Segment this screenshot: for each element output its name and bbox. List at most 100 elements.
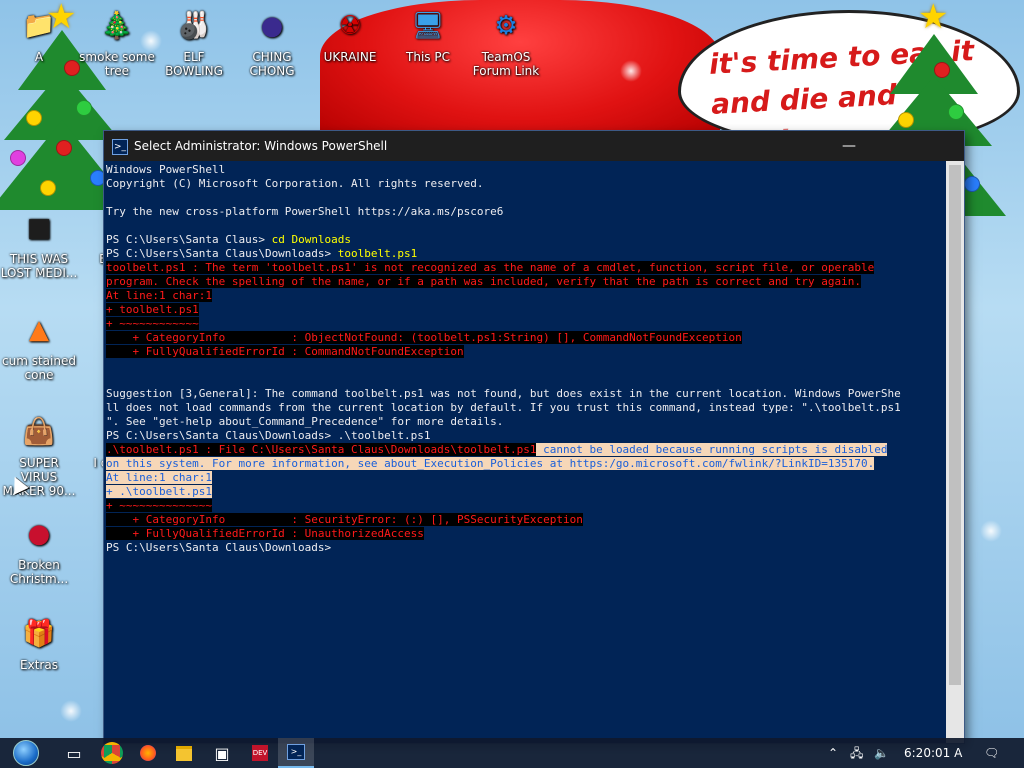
file-explorer-icon[interactable]: [166, 738, 202, 768]
desktop-icon-label: TeamOS Forum Link: [472, 50, 540, 78]
console-selected-text: cannot be loaded because running scripts…: [536, 443, 888, 456]
desktop-icon-label: cum stained cone: [2, 354, 76, 382]
console-line: on this system. For more information, se…: [106, 457, 946, 471]
console-text: Try the new cross-platform PowerShell ht…: [106, 205, 504, 218]
volume-icon[interactable]: 🔈: [874, 738, 889, 768]
clock[interactable]: 6:20:01 A: [904, 738, 962, 768]
console-line: + CategoryInfo : ObjectNotFound: (toolbe…: [106, 331, 946, 345]
desktop-icon[interactable]: 🎄 smoke some tree: [78, 4, 156, 78]
scrollbar-thumb[interactable]: [949, 165, 961, 685]
desktop-icon-label: A: [34, 50, 44, 64]
console-error-text: + ~~~~~~~~~~~~: [106, 317, 199, 330]
desktop-icon[interactable]: ■ THIS WAS LOST MEDI...: [0, 206, 78, 280]
console-selected-text: + .\toolbelt.ps1: [106, 485, 212, 498]
ornament-icon: ●: [27, 519, 51, 549]
console-line: At line:1 char:1: [106, 471, 946, 485]
task-view-icon[interactable]: ▭: [56, 738, 92, 768]
desktop-icon[interactable]: 📁 A: [0, 4, 78, 64]
window-title: Select Administrator: Windows PowerShell: [134, 139, 388, 153]
console-line: Copyright (C) Microsoft Corporation. All…: [106, 177, 946, 191]
chevron-up-icon[interactable]: ⌃: [828, 738, 838, 768]
console-line: At line:1 char:1: [106, 289, 946, 303]
console-text: Windows PowerShell: [106, 163, 226, 176]
firefox-icon[interactable]: [130, 738, 166, 768]
console-line: PS C:\Users\Santa Claus\Downloads> .\too…: [106, 429, 946, 443]
desktop-icon-label: This PC: [406, 50, 450, 64]
console-error-text: At line:1 char:1: [106, 289, 212, 302]
console-line: ". See "get-help about_Command_Precedenc…: [106, 415, 946, 429]
console-command: toolbelt.ps1: [337, 247, 418, 260]
app-icon: ■: [26, 213, 52, 243]
desktop-icon[interactable]: ☢ UKRAINE: [311, 4, 389, 64]
computer-icon: 🖥: [411, 11, 445, 41]
taskbar: ▭ ▣ DEV >_ ⌃ 🖧 🔈 6:20:01 A 🗨: [0, 738, 1024, 768]
chrome-icon[interactable]: [94, 738, 130, 768]
devcpp-icon[interactable]: DEV: [242, 738, 278, 768]
desktop-icon-label: smoke some tree: [79, 50, 155, 78]
desktop-icon[interactable]: 🖥 This PC: [389, 4, 467, 64]
notification-icon[interactable]: 🗨: [984, 738, 999, 768]
console-line: .\toolbelt.ps1 : File C:\Users\Santa Cla…: [106, 443, 946, 457]
console-prompt: PS C:\Users\Santa Claus\Downloads>: [106, 247, 338, 260]
desktop-icon[interactable]: 🎁 Extras: [0, 612, 78, 672]
console-command: .\toolbelt.ps1: [337, 429, 431, 442]
desktop-icon[interactable]: ● CHING CHONG: [233, 4, 311, 78]
console-text: ll does not load commands from the curre…: [106, 401, 901, 414]
console-command: cd Downloads: [271, 233, 352, 246]
console-error-text: + FullyQualifiedErrorId : UnauthorizedAc…: [106, 527, 424, 540]
start-orb-icon[interactable]: [6, 738, 46, 768]
powershell-taskbar-button[interactable]: >_: [278, 738, 314, 768]
desktop-icon-label: Extras: [20, 658, 58, 672]
console-error-text: toolbelt.ps1 : The term 'toolbelt.ps1' i…: [106, 261, 875, 274]
console-error-text: + CategoryInfo : ObjectNotFound: (toolbe…: [106, 331, 742, 344]
network-app-icon[interactable]: ▣: [204, 738, 240, 768]
vertical-scrollbar[interactable]: [946, 161, 964, 743]
console-line: Suggestion [3,General]: The command tool…: [106, 387, 946, 401]
console-line: ll does not load commands from the curre…: [106, 401, 946, 415]
console-line: PS C:\Users\Santa Claus> cd Downloads: [106, 233, 946, 247]
radiation-icon: ☢: [338, 11, 362, 41]
console-line: + FullyQualifiedErrorId : CommandNotFoun…: [106, 345, 946, 359]
powershell-window[interactable]: >_ Select Administrator: Windows PowerSh…: [104, 131, 964, 743]
console-error-text: + CategoryInfo : SecurityError: (:) [], …: [106, 513, 583, 526]
console-line: + FullyQualifiedErrorId : UnauthorizedAc…: [106, 527, 946, 541]
console-error-text: + toolbelt.ps1: [106, 303, 199, 316]
console-prompt: PS C:\Users\Santa Claus>: [106, 233, 272, 246]
console-text: ". See "get-help about_Command_Precedenc…: [106, 415, 504, 428]
console-line: + .\toolbelt.ps1: [106, 485, 946, 499]
console-line: + CategoryInfo : SecurityError: (:) [], …: [106, 513, 946, 527]
console-error-text: .\toolbelt.ps1 : File C:\Users\Santa Cla…: [106, 443, 537, 456]
console-line: toolbelt.ps1 : The term 'toolbelt.ps1' i…: [106, 261, 946, 275]
minimize-button[interactable]: —: [826, 131, 872, 161]
desktop-icon-label: THIS WAS LOST MEDI...: [0, 252, 78, 280]
gift-icon: 🎁: [22, 619, 56, 649]
network-icon[interactable]: 🖧: [850, 738, 863, 768]
desktop-icon-label: CHING CHONG: [249, 50, 295, 78]
desktop-icon[interactable]: ▲ cum stained cone: [0, 308, 78, 382]
gear-icon: ⚙: [494, 11, 518, 41]
tree-icon: 🎄: [100, 11, 134, 41]
console-output[interactable]: Windows PowerShell Copyright (C) Microsof…: [106, 163, 946, 743]
console-line: + toolbelt.ps1: [106, 303, 946, 317]
console-selected-text: At line:1 char:1: [106, 471, 212, 484]
console-prompt: PS C:\Users\Santa Claus\Downloads>: [106, 429, 338, 442]
desktop-icon-label: ELF BOWLING: [165, 50, 223, 78]
desktop-icon[interactable]: 🎳 ELF BOWLING: [155, 4, 233, 78]
console-error-text: + FullyQualifiedErrorId : CommandNotFoun…: [106, 345, 464, 358]
console-error-text: + ~~~~~~~~~~~~~~: [106, 499, 212, 512]
folder-icon: 📁: [22, 11, 56, 41]
desktop-icon-label: Broken Christm...: [9, 558, 69, 586]
traffic-cone-icon: ▲: [29, 315, 49, 345]
desktop-icon[interactable]: ⚙ TeamOS Forum Link: [467, 4, 545, 78]
elf-bowling-icon: 🎳: [177, 11, 211, 41]
console-line: PS C:\Users\Santa Claus\Downloads>: [106, 541, 946, 555]
console-text: Suggestion [3,General]: The command tool…: [106, 387, 901, 400]
desktop-icon[interactable]: ● Broken Christm...: [0, 512, 78, 586]
bag-icon: 👜: [22, 417, 56, 447]
window-titlebar[interactable]: >_ Select Administrator: Windows PowerSh…: [104, 131, 964, 161]
ball-icon: ●: [260, 11, 284, 41]
powershell-icon: >_: [112, 139, 128, 155]
